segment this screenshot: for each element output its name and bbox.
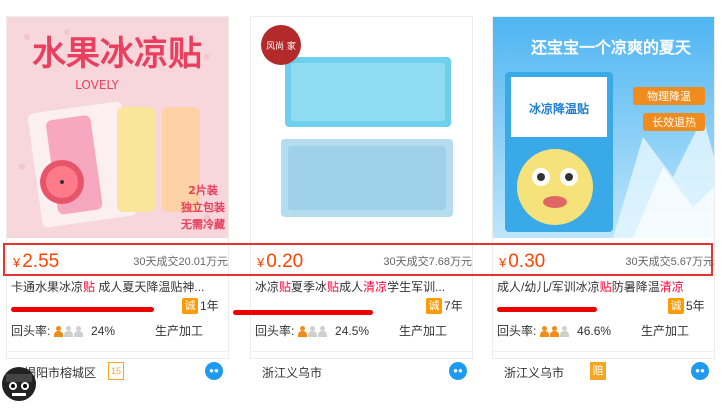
location: 浙江义乌市 xyxy=(262,366,323,380)
shop-row: 诚 1年 xyxy=(11,298,221,318)
svg-text:还宝宝一个凉爽的夏天: 还宝宝一个凉爽的夏天 xyxy=(530,38,692,57)
repurchase-row: 回头率: 24% 生产加工 xyxy=(11,323,221,339)
location: 浙江义乌市 xyxy=(504,366,565,380)
product-image[interactable]: 风尚 家 xyxy=(251,17,472,238)
svg-text:2片装: 2片装 xyxy=(188,183,218,197)
svg-text:无需冷藏: 无需冷藏 xyxy=(180,217,225,231)
svg-text:冰凉降温贴: 冰凉降温贴 xyxy=(529,101,589,116)
svg-text:独立包装: 独立包装 xyxy=(180,200,225,214)
years-label: 7年 xyxy=(444,299,463,313)
divider xyxy=(492,351,715,352)
redacted-shop-name xyxy=(11,307,154,312)
product-title[interactable]: 冰凉贴夏季冰贴成人清凉学生军训... xyxy=(255,279,457,295)
divider xyxy=(250,351,473,352)
redacted-shop-name xyxy=(233,310,373,315)
repurchase-label: 回头率: xyxy=(255,324,295,338)
repurchase-rate: 24.5% xyxy=(335,324,370,338)
chengxintong-badge-icon: 诚 xyxy=(182,298,198,314)
repurchase-rate: 46.6% xyxy=(577,324,612,338)
business-type: 生产加工 xyxy=(398,324,447,338)
wangwang-chat-icon[interactable]: ●● xyxy=(449,362,467,380)
chengxintong-badge-icon: 诚 xyxy=(426,298,442,314)
chengxintong-badge-icon: 诚 xyxy=(668,298,684,314)
person-icon xyxy=(63,326,73,337)
wangwang-chat-icon[interactable]: ●● xyxy=(691,362,709,380)
person-icon xyxy=(559,326,569,337)
person-icon xyxy=(53,326,63,337)
business-type: 生产加工 xyxy=(154,324,203,338)
years-label: 1年 xyxy=(200,299,219,313)
divider xyxy=(6,351,229,352)
product-card-2[interactable]: 风尚 家 ¥0.20 30天成交7.68万元 冰凉贴夏季冰贴成人清凉学生军训..… xyxy=(233,0,479,405)
person-icon xyxy=(307,326,317,337)
location-badge-icon: 15 xyxy=(108,362,124,380)
svg-text:LOVELY: LOVELY xyxy=(75,78,119,92)
years-label: 5年 xyxy=(686,299,705,313)
price-highlight-box xyxy=(3,243,713,276)
product-image[interactable]: 还宝宝一个凉爽的夏天 冰凉降温贴 物理降温 长效退热 xyxy=(493,17,714,238)
product-card-3[interactable]: 还宝宝一个凉爽的夏天 冰凉降温贴 物理降温 长效退热 ¥0.30 30天成交5.… xyxy=(486,0,721,405)
person-icon xyxy=(73,326,83,337)
product-title[interactable]: 成人/幼儿/军训冰凉贴防暑降温清凉 xyxy=(497,279,699,295)
avatar xyxy=(0,362,38,405)
person-icon xyxy=(297,326,307,337)
shop-row: 诚 7年 xyxy=(233,298,465,318)
person-icon xyxy=(539,326,549,337)
wangwang-chat-icon[interactable]: ●● xyxy=(205,362,223,380)
svg-text:水果冰凉贴: 水果冰凉贴 xyxy=(32,34,202,74)
svg-text:长效退热: 长效退热 xyxy=(652,115,696,129)
compensation-badge-icon: 赔 xyxy=(590,362,606,380)
redacted-shop-name xyxy=(497,307,597,312)
svg-text:风尚 家: 风尚 家 xyxy=(266,40,296,52)
svg-text:物理降温: 物理降温 xyxy=(647,89,691,103)
repurchase-row: 回头率: 24.5% 生产加工 xyxy=(255,323,465,339)
repurchase-rate: 24% xyxy=(91,324,116,338)
product-image[interactable]: 水果冰凉贴 LOVELY 2片装 独立包装 无需冷藏 xyxy=(7,17,228,238)
shop-row: 诚 5年 xyxy=(497,298,707,318)
business-type: 生产加工 xyxy=(640,324,689,338)
repurchase-label: 回头率: xyxy=(497,324,537,338)
person-icon xyxy=(317,326,327,337)
repurchase-label: 回头率: xyxy=(11,324,51,338)
product-card-1[interactable]: 水果冰凉贴 LOVELY 2片装 独立包装 无需冷藏 ¥2.55 30天成交20… xyxy=(0,0,235,405)
person-icon xyxy=(549,326,559,337)
product-title[interactable]: 卡通水果冰凉贴 成人夏天降温贴神... xyxy=(11,279,213,295)
repurchase-row: 回头率: 46.6% 生产加工 xyxy=(497,323,707,339)
